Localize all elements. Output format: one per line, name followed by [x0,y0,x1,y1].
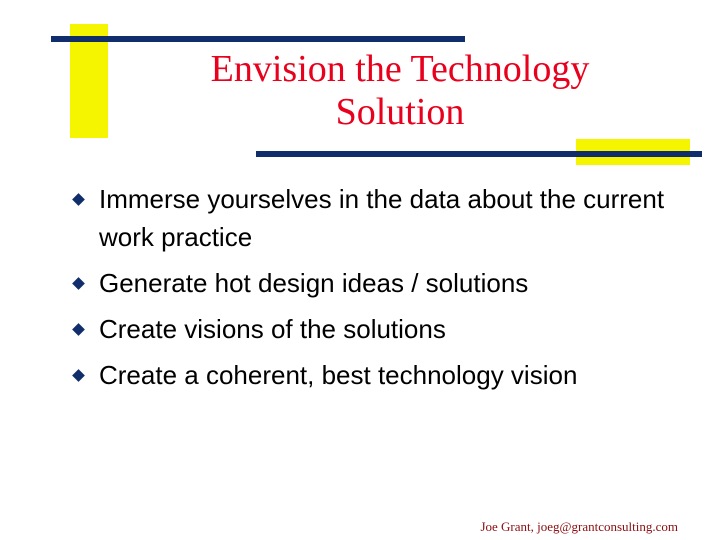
bullet-text: Generate hot design ideas / solutions [99,268,529,298]
slide-title-line-1: Envision the Technology [210,48,590,90]
decorative-navy-bar-top [51,36,465,42]
bullet-text: Create a coherent, best technology visio… [99,360,578,390]
decorative-navy-bar-bottom [256,151,702,157]
bullet-text: Immerse yourselves in the data about the… [99,184,665,252]
footer-author-contact: Joe Grant, joeg@grantconsulting.com [480,519,678,534]
diamond-bullet-icon [72,193,85,206]
bullet-text: Create visions of the solutions [99,314,446,344]
diamond-bullet-icon [72,369,85,382]
bullet-item: Immerse yourselves in the data about the… [70,180,690,256]
diamond-bullet-icon [72,323,85,336]
slide-title-line-2: Solution [335,91,465,133]
bullet-item: Create a coherent, best technology visio… [70,356,690,394]
bullet-item: Generate hot design ideas / solutions [70,264,690,302]
bullet-item: Create visions of the solutions [70,310,690,348]
slide-title: Envision the Technology Solution [120,48,680,134]
bullet-list: Immerse yourselves in the data about the… [70,180,690,402]
diamond-bullet-icon [72,277,85,290]
slide: Envision the Technology Solution Immerse… [0,0,720,540]
